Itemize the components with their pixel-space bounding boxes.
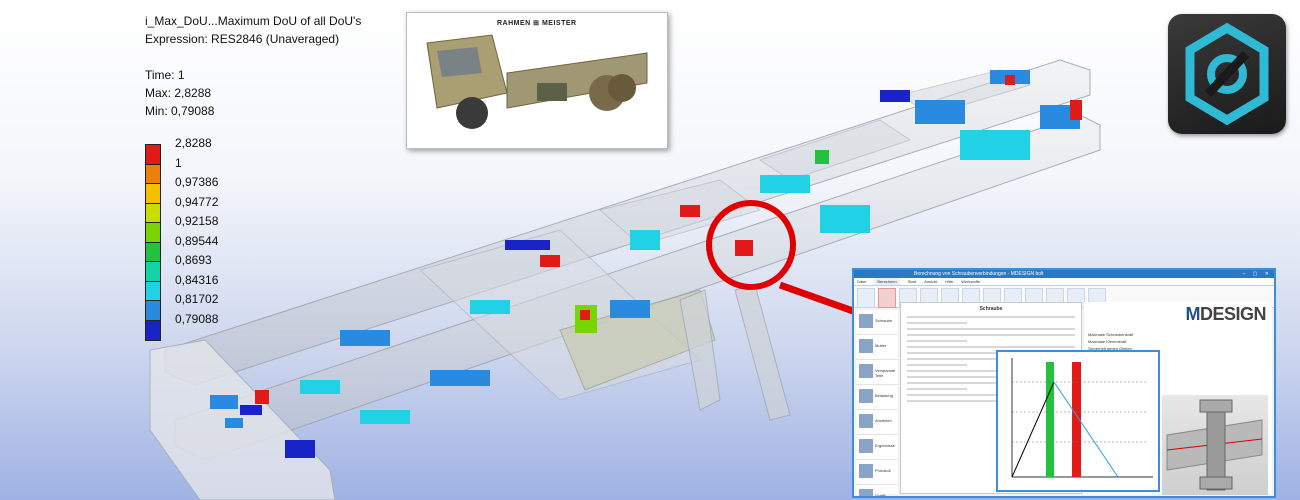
nav-item-label: Anziehen [875, 418, 892, 423]
mdesign-logo: MDESIGN [1185, 304, 1266, 324]
result-time: Time: 1 [145, 68, 185, 82]
nav-item-label: Belastung [875, 393, 893, 398]
brand-label: RAHMEN ⊞ MEISTER [497, 20, 577, 27]
legend-label: 1 [175, 155, 182, 170]
legend-label: 0,84316 [175, 272, 219, 287]
component-icon [859, 314, 873, 328]
legend-label: 0,81702 [175, 292, 219, 306]
navigation-panel: Schraube Mutter Verspannte Teile Belastung A… [856, 310, 898, 496]
truck-icon [426, 34, 648, 129]
truck-image: RAHMEN ⊞ MEISTER [406, 12, 668, 149]
legend-swatch [145, 163, 161, 185]
result-name: i_Max_DoU...Maximum DoU of all DoU's [145, 14, 362, 28]
joint-diagram [996, 350, 1160, 492]
nav-item-label: Ergebnisse [875, 443, 896, 448]
legend-label: 0,92158 [175, 214, 219, 228]
bolt-3d-view [1162, 395, 1268, 495]
legend-label: 0,97386 [175, 175, 219, 189]
ribbon-button[interactable] [857, 288, 875, 308]
legend-swatch [145, 202, 161, 224]
fea-viewport[interactable]: i_Max_DoU...Maximum DoU of all DoU's Exp… [0, 0, 1300, 500]
component-icon [859, 364, 873, 378]
nav-item[interactable]: Belastung [856, 385, 898, 410]
highlight-circle [706, 200, 796, 290]
legend-label: 2,8288 [175, 136, 212, 150]
legend-label: 0,94772 [175, 194, 219, 209]
ribbon-tab[interactable]: Start [908, 278, 916, 285]
component-icon [859, 389, 873, 403]
component-icon [859, 339, 873, 353]
window-controls[interactable]: – ▢ ✕ [1243, 270, 1272, 278]
bolt-icon [1166, 399, 1263, 491]
window-title: Berechnung von Schraubenverbindungen - M… [914, 271, 1044, 277]
nav-item[interactable]: Schraube [856, 310, 898, 335]
component-icon [859, 489, 873, 496]
nav-item-label: Protokoll [875, 468, 891, 473]
ribbon-button[interactable] [878, 288, 896, 308]
nav-item[interactable]: Mutter [856, 335, 898, 360]
nav-item[interactable]: Ergebnisse [856, 435, 898, 460]
force-deformation-diagram [1011, 358, 1153, 478]
nav-item-label: Mutter [875, 343, 887, 348]
ribbon-tab[interactable]: Hilfe [945, 278, 953, 285]
legend-swatch [145, 261, 161, 282]
legend-swatch [145, 319, 161, 341]
component-icon [859, 464, 873, 478]
nav-item[interactable]: Grafik [856, 485, 898, 498]
result-expression: Expression: RES2846 (Unaveraged) [145, 32, 340, 46]
window-titlebar: Berechnung von Schraubenverbindungen - M… [854, 270, 1274, 278]
legend-swatch [145, 241, 161, 263]
result-info: i_Max_DoU...Maximum DoU of all DoU's Exp… [145, 12, 361, 120]
legend-label: 0,8693 [175, 253, 212, 267]
component-icon [859, 439, 873, 453]
result-max: Max: 2,8288 [145, 86, 212, 100]
result-min: Min: 0,79088 [145, 104, 215, 118]
legend-label: 0,79088 [175, 311, 219, 326]
legend-swatch [145, 183, 161, 204]
param-label: Maximale Klemmkraft [1088, 339, 1127, 344]
hexagon-logo-icon [1168, 14, 1286, 134]
param-label: Maximale Schraubenkraft [1088, 332, 1134, 337]
ribbon-tab[interactable]: Datei [857, 278, 866, 285]
ribbon-tab[interactable]: Berechnen [874, 278, 900, 285]
legend-swatch [145, 222, 161, 243]
component-icon [859, 414, 873, 428]
ribbon-tab[interactable]: Werkstoffe [961, 278, 980, 285]
legend-swatch [145, 280, 161, 302]
nav-item[interactable]: Verspannte Teile [856, 360, 898, 385]
document-title: Schraube [979, 306, 1003, 312]
nav-item[interactable]: Protokoll [856, 460, 898, 485]
ribbon-tabs: Datei Berechnen Start Ansicht Hilfe Werkstoff… [854, 278, 1274, 286]
ribbon-tab[interactable]: Ansicht [924, 278, 937, 285]
nav-item-label: Verspannte Teile [875, 368, 896, 378]
legend-swatch [145, 144, 161, 165]
nav-item[interactable]: Anziehen [856, 410, 898, 435]
nav-item-label: Grafik [875, 493, 886, 498]
legend-label: 0,89544 [175, 233, 219, 248]
nav-item-label: Schraube [875, 318, 893, 323]
legend-swatch [145, 300, 161, 321]
